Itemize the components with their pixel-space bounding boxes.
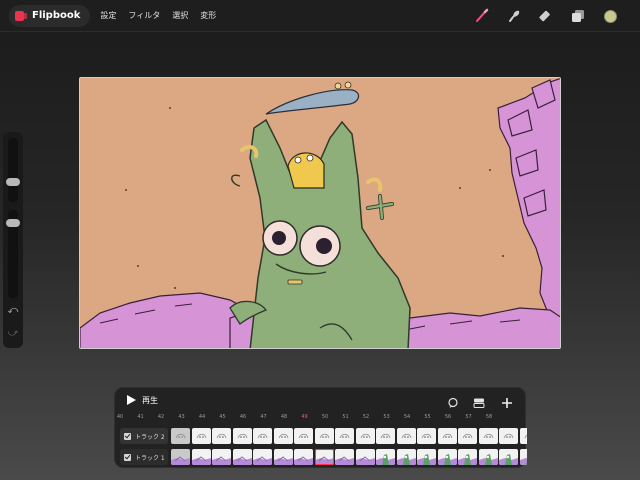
- color-swatch-icon[interactable]: [602, 8, 618, 24]
- frame-thumbnail[interactable]: [273, 449, 293, 465]
- play-icon[interactable]: [127, 395, 136, 405]
- frame-number-56[interactable]: 56: [438, 414, 458, 420]
- frame-number-47[interactable]: 47: [254, 414, 274, 420]
- frame-ruler[interactable]: 40 41 42 43 44 45 46 47 48 49 50 51 52 53 54 55 56 57 58: [115, 414, 527, 424]
- track-settings-icon[interactable]: [473, 394, 485, 408]
- frame-thumbnail[interactable]: [437, 449, 457, 465]
- frame-number-52[interactable]: 52: [356, 414, 376, 420]
- frame-thumbnail[interactable]: [294, 449, 313, 465]
- frame-thumbnail[interactable]: [171, 449, 190, 465]
- frame-thumbnail[interactable]: [314, 449, 334, 465]
- frame-number-46[interactable]: 46: [233, 414, 253, 420]
- frame-number-43[interactable]: 43: [172, 414, 192, 420]
- menu-select[interactable]: 選択: [172, 10, 188, 21]
- track-1-frames: [171, 449, 527, 465]
- frame-thumbnail[interactable]: [396, 428, 416, 444]
- menu-settings[interactable]: 設定: [100, 10, 116, 21]
- frame-number-49[interactable]: 49: [295, 414, 315, 420]
- frame-thumbnail[interactable]: [273, 428, 293, 444]
- frame-thumbnail[interactable]: [335, 449, 354, 465]
- app-name: Flipbook: [32, 10, 81, 21]
- frame-thumbnail[interactable]: [171, 428, 190, 444]
- play-label[interactable]: 再生: [142, 395, 158, 406]
- undo-icon[interactable]: ⤺: [6, 304, 20, 318]
- frame-thumbnail[interactable]: [417, 449, 436, 465]
- frame-thumbnail[interactable]: [355, 449, 375, 465]
- frame-thumbnail[interactable]: [314, 428, 334, 444]
- frame-thumbnail[interactable]: [335, 428, 354, 444]
- main-menu: 設定 フィルタ 選択 変形: [100, 10, 216, 21]
- frame-thumbnail[interactable]: [376, 449, 395, 465]
- frame-thumbnail[interactable]: [478, 449, 498, 465]
- frame-thumbnail[interactable]: [232, 449, 252, 465]
- side-panel: ⤺ ⤻: [3, 132, 23, 348]
- frame-thumbnail[interactable]: [232, 428, 252, 444]
- frame-thumbnail[interactable]: [376, 428, 395, 444]
- frame-thumbnail[interactable]: [212, 428, 231, 444]
- frame-number-42[interactable]: 42: [151, 414, 171, 420]
- frame-number-55[interactable]: 55: [418, 414, 438, 420]
- canvas-artwork: [80, 78, 560, 348]
- frame-number-40[interactable]: 40: [110, 414, 130, 420]
- frame-thumbnail[interactable]: [519, 428, 527, 444]
- frame-thumbnail[interactable]: [478, 428, 498, 444]
- eraser-icon[interactable]: [538, 8, 554, 24]
- frame-thumbnail[interactable]: [437, 428, 457, 444]
- frame-number-58[interactable]: 58: [479, 414, 499, 420]
- track-2-frames: [171, 428, 527, 444]
- drawing-canvas[interactable]: [79, 77, 561, 349]
- app-brand[interactable]: Flipbook: [9, 4, 91, 27]
- frame-thumbnail[interactable]: [212, 449, 231, 465]
- frame-thumbnail[interactable]: [191, 428, 211, 444]
- frame-number-48[interactable]: 48: [274, 414, 294, 420]
- smudge-icon[interactable]: [506, 8, 522, 24]
- brush-size-slider[interactable]: [8, 138, 18, 202]
- tool-group: [474, 8, 618, 24]
- add-icon[interactable]: [501, 394, 513, 408]
- brush-icon[interactable]: [474, 8, 490, 24]
- frame-thumbnail[interactable]: [253, 449, 272, 465]
- track-1-label[interactable]: トラック 1: [120, 449, 168, 465]
- frame-thumbnail[interactable]: [458, 449, 477, 465]
- frame-number-53[interactable]: 53: [377, 414, 397, 420]
- track-1-checkbox[interactable]: [124, 453, 131, 461]
- frame-thumbnail[interactable]: [499, 449, 518, 465]
- frame-thumbnail[interactable]: [355, 428, 375, 444]
- track-1-name: トラック 1: [135, 454, 165, 462]
- track-2[interactable]: トラック 2: [120, 428, 527, 444]
- frame-thumbnail[interactable]: [499, 428, 518, 444]
- brush-size-knob[interactable]: [6, 178, 20, 186]
- frame-thumbnail[interactable]: [294, 428, 313, 444]
- redo-icon[interactable]: ⤻: [6, 327, 20, 341]
- frame-thumbnail[interactable]: [253, 428, 272, 444]
- frame-number-57[interactable]: 57: [459, 414, 479, 420]
- frame-number-45[interactable]: 45: [213, 414, 233, 420]
- brush-opacity-knob[interactable]: [6, 219, 20, 227]
- track-2-checkbox[interactable]: [124, 432, 131, 440]
- track-2-label[interactable]: トラック 2: [120, 428, 168, 444]
- frame-number-44[interactable]: 44: [192, 414, 212, 420]
- frame-number-54[interactable]: 54: [397, 414, 417, 420]
- onion-skin-icon[interactable]: [447, 394, 459, 408]
- frame-number-50[interactable]: 50: [315, 414, 335, 420]
- frame-thumbnail[interactable]: [417, 428, 436, 444]
- frame-thumbnail[interactable]: [458, 428, 477, 444]
- timeline-panel: 再生 40 41 42 43 44 45 46 47 48 49 50 51 52 53 54 55 56 57 5…: [114, 387, 527, 468]
- menu-transform[interactable]: 変形: [200, 10, 216, 21]
- frame-thumbnail[interactable]: [191, 449, 211, 465]
- top-toolbar: Flipbook 設定 フィルタ 選択 変形: [0, 0, 640, 32]
- frame-number-51[interactable]: 51: [336, 414, 356, 420]
- track-1[interactable]: トラック 1: [120, 449, 527, 465]
- layers-icon[interactable]: [570, 8, 586, 24]
- menu-filter[interactable]: フィルタ: [128, 10, 160, 21]
- frame-thumbnail[interactable]: [519, 449, 527, 465]
- frame-thumbnail[interactable]: [396, 449, 416, 465]
- frame-number-41[interactable]: 41: [131, 414, 151, 420]
- flipbook-logo-icon: [15, 10, 27, 21]
- track-2-name: トラック 2: [135, 433, 165, 441]
- timeline-header: 再生: [115, 388, 527, 412]
